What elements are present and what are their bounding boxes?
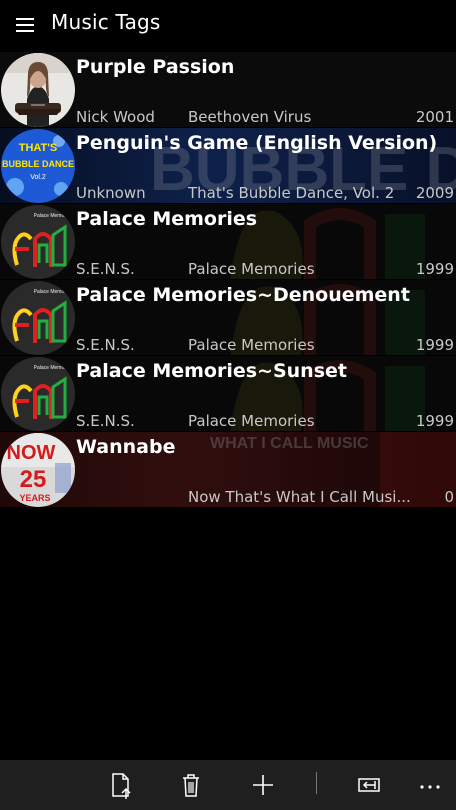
song-album: That's Bubble Dance, Vol. 2 bbox=[188, 184, 395, 202]
song-year: 2009 bbox=[415, 184, 454, 202]
song-list: Purple Passion Nick Wood Beethoven Virus… bbox=[0, 52, 456, 508]
song-row[interactable]: WHAT I CALL MUSIC NOW 25 YEARS Wannabe N… bbox=[0, 432, 456, 508]
add-icon[interactable] bbox=[247, 769, 279, 801]
cover-text-years: YEARS bbox=[19, 493, 50, 503]
title-bar: Music Tags bbox=[0, 0, 456, 48]
song-album: Now That's What I Call Musi... bbox=[188, 488, 411, 506]
album-art-image: Palace Memories bbox=[1, 281, 75, 355]
song-row[interactable]: Palace Memories Palace Memories~Denoueme… bbox=[0, 280, 456, 356]
song-artist: Nick Wood bbox=[76, 108, 155, 126]
song-title: Palace Memories bbox=[76, 208, 258, 230]
song-row[interactable]: Palace Memories Palace Memories S.E.N.S.… bbox=[0, 204, 456, 280]
command-bar bbox=[0, 760, 456, 810]
command-bar-separator bbox=[316, 772, 317, 794]
song-title: Palace Memories~Denouement bbox=[76, 284, 410, 306]
song-row[interactable]: Palace Memories Palace Memories~Sunset S… bbox=[0, 356, 456, 432]
more-icon[interactable] bbox=[414, 769, 446, 801]
cover-text-now: NOW bbox=[7, 442, 56, 464]
song-artist: Unknown bbox=[76, 184, 146, 202]
import-file-icon[interactable] bbox=[104, 769, 136, 801]
song-year: 1999 bbox=[415, 336, 454, 354]
song-title: Penguin's Game (English Version) bbox=[76, 132, 438, 154]
song-title: Wannabe bbox=[76, 436, 176, 458]
song-album: Palace Memories bbox=[188, 336, 315, 354]
song-artist: S.E.N.S. bbox=[76, 260, 135, 278]
song-row[interactable]: Purple Passion Nick Wood Beethoven Virus… bbox=[0, 52, 456, 128]
song-album: Palace Memories bbox=[188, 260, 315, 278]
song-artist: S.E.N.S. bbox=[76, 412, 135, 430]
song-title: Purple Passion bbox=[76, 56, 235, 78]
song-album: Palace Memories bbox=[188, 412, 315, 430]
album-art-image bbox=[1, 53, 75, 127]
song-year: 0 bbox=[444, 488, 454, 506]
cover-text-number: 25 bbox=[20, 466, 47, 493]
song-row[interactable]: BUBBLE DANCE THAT'S BUBBLE DANCE Vol.2 P… bbox=[0, 128, 456, 204]
album-art-image: THAT'S BUBBLE DANCE Vol.2 bbox=[1, 129, 75, 203]
cover-text-line-3: Vol.2 bbox=[30, 174, 46, 181]
cover-text-line-2: BUBBLE DANCE bbox=[2, 159, 74, 169]
album-art-image: NOW 25 YEARS bbox=[1, 433, 75, 507]
song-year: 2001 bbox=[415, 108, 454, 126]
back-to-window-icon[interactable] bbox=[353, 769, 385, 801]
hamburger-menu-icon[interactable] bbox=[16, 18, 34, 32]
song-artist: S.E.N.S. bbox=[76, 336, 135, 354]
song-year: 1999 bbox=[415, 412, 454, 430]
app-title: Music Tags bbox=[51, 10, 161, 34]
song-title: Palace Memories~Sunset bbox=[76, 360, 347, 382]
song-year: 1999 bbox=[415, 260, 454, 278]
delete-icon[interactable] bbox=[175, 769, 207, 801]
album-art-image: Palace Memories bbox=[1, 205, 75, 279]
album-art-image: Palace Memories bbox=[1, 357, 75, 431]
cover-text-line-1: THAT'S bbox=[19, 142, 57, 154]
song-album: Beethoven Virus bbox=[188, 108, 312, 126]
